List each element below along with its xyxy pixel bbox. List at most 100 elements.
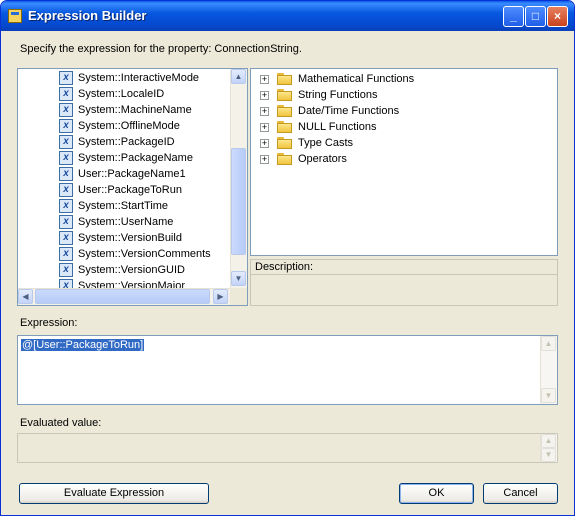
- variable-label: System::VersionMajor: [78, 280, 185, 288]
- expression-builder-dialog: Expression Builder _ □ × Specify the exp…: [0, 0, 575, 516]
- function-category-item[interactable]: + NULL Functions: [260, 119, 376, 135]
- expression-label: Expression:: [20, 317, 78, 329]
- variable-item[interactable]: x System::MachineName: [59, 102, 192, 118]
- function-category-label: Type Casts: [298, 137, 354, 149]
- description-label: Description:: [251, 260, 557, 275]
- variable-label: System::PackageID: [78, 136, 175, 148]
- variable-label: System::PackageName: [78, 152, 193, 164]
- folder-icon: [277, 89, 293, 101]
- window-title: Expression Builder: [28, 8, 147, 23]
- variable-item[interactable]: x System::VersionComments: [59, 246, 211, 262]
- app-icon: [8, 9, 22, 23]
- variable-label: System::StartTime: [78, 200, 169, 212]
- variable-icon: x: [59, 199, 73, 213]
- variable-item[interactable]: x System::PackageName: [59, 150, 193, 166]
- variable-item[interactable]: x System::VersionGUID: [59, 262, 185, 278]
- folder-icon: [277, 73, 293, 85]
- function-category-item[interactable]: + String Functions: [260, 87, 377, 103]
- variable-label: System::OfflineMode: [78, 120, 180, 132]
- scroll-down-icon[interactable]: ▼: [231, 271, 246, 286]
- variables-vertical-scrollbar[interactable]: ▲ ▼: [230, 69, 247, 288]
- functions-tree[interactable]: + Mathematical Functions + String Functions…: [250, 68, 558, 256]
- variable-label: User::PackageName1: [78, 168, 186, 180]
- cancel-button[interactable]: Cancel: [483, 483, 558, 504]
- function-category-item[interactable]: + Mathematical Functions: [260, 71, 414, 87]
- ok-button[interactable]: OK: [399, 483, 474, 504]
- minimize-button[interactable]: _: [503, 6, 524, 27]
- title-bar[interactable]: Expression Builder _ □ ×: [1, 1, 574, 31]
- evaluated-scroll-down-icon[interactable]: ▼: [541, 448, 556, 462]
- expression-textbox[interactable]: @[User::PackageToRun] ▲ ▼: [17, 335, 558, 405]
- function-category-item[interactable]: + Operators: [260, 151, 347, 167]
- scroll-left-icon[interactable]: ◀: [18, 289, 33, 304]
- expand-plus-icon[interactable]: +: [260, 74, 269, 84]
- variable-item[interactable]: x User::PackageToRun: [59, 182, 182, 198]
- scroll-right-icon[interactable]: ▶: [213, 289, 228, 304]
- evaluated-value-label: Evaluated value:: [20, 417, 102, 429]
- variable-label: User::PackageToRun: [78, 184, 182, 196]
- variables-tree[interactable]: x System::InteractiveMode x System::LocaleI…: [17, 68, 248, 306]
- expand-plus-icon[interactable]: +: [260, 106, 269, 116]
- expression-value[interactable]: @[User::PackageToRun]: [21, 339, 145, 351]
- close-button[interactable]: ×: [547, 6, 568, 27]
- function-category-label: Mathematical Functions: [298, 73, 415, 85]
- variable-label: System::MachineName: [78, 104, 192, 116]
- variable-label: System::VersionBuild: [78, 232, 182, 244]
- function-category-item[interactable]: + Type Casts: [260, 135, 353, 151]
- maximize-button[interactable]: □: [525, 6, 546, 27]
- scrollbar-corner: [230, 288, 247, 305]
- expand-plus-icon[interactable]: +: [260, 138, 269, 148]
- variable-item[interactable]: x System::UserName: [59, 214, 173, 230]
- variable-icon: x: [59, 183, 73, 197]
- variable-icon: x: [59, 119, 73, 133]
- variable-icon: x: [59, 231, 73, 245]
- expand-plus-icon[interactable]: +: [260, 154, 269, 164]
- variables-horizontal-scrollbar[interactable]: ◀ ▶: [18, 288, 230, 305]
- variable-icon: x: [59, 135, 73, 149]
- scroll-up-icon[interactable]: ▲: [231, 69, 246, 84]
- variable-item[interactable]: x System::InteractiveMode: [59, 70, 199, 86]
- evaluated-scroll-up-icon[interactable]: ▲: [541, 434, 556, 448]
- variable-label: System::InteractiveMode: [78, 72, 200, 84]
- variable-label: System::VersionGUID: [78, 264, 185, 276]
- function-category-label: Date/Time Functions: [298, 105, 400, 117]
- variable-item[interactable]: x System::StartTime: [59, 198, 168, 214]
- evaluate-expression-button[interactable]: Evaluate Expression: [19, 483, 209, 504]
- folder-icon: [277, 105, 293, 117]
- variable-item[interactable]: x System::VersionMajor: [59, 278, 185, 288]
- evaluated-scrollbar[interactable]: ▲ ▼: [540, 434, 557, 462]
- variable-label: System::VersionComments: [78, 248, 211, 260]
- function-category-label: NULL Functions: [298, 121, 377, 133]
- expand-plus-icon[interactable]: +: [260, 122, 269, 132]
- variable-item[interactable]: x System::LocaleID: [59, 86, 164, 102]
- variable-item[interactable]: x System::OfflineMode: [59, 118, 180, 134]
- folder-icon: [277, 121, 293, 133]
- variable-icon: x: [59, 247, 73, 261]
- variable-icon: x: [59, 167, 73, 181]
- evaluated-value-box: ▲ ▼: [17, 433, 558, 463]
- description-panel: Description:: [250, 259, 558, 306]
- expression-scrollbar[interactable]: ▲ ▼: [540, 336, 557, 404]
- variable-item[interactable]: x System::PackageID: [59, 134, 175, 150]
- variables-list: x System::InteractiveMode x System::LocaleI…: [18, 69, 230, 288]
- variable-icon: x: [59, 71, 73, 85]
- variable-icon: x: [59, 103, 73, 117]
- variables-hscroll-thumb[interactable]: [35, 289, 210, 304]
- folder-icon: [277, 137, 293, 149]
- variable-item[interactable]: x User::PackageName1: [59, 166, 186, 182]
- property-prompt: Specify the expression for the property:…: [20, 43, 302, 55]
- variable-icon: x: [59, 279, 73, 288]
- expand-plus-icon[interactable]: +: [260, 90, 269, 100]
- variables-vscroll-thumb[interactable]: [231, 148, 246, 255]
- function-category-item[interactable]: + Date/Time Functions: [260, 103, 399, 119]
- variable-label: System::UserName: [78, 216, 174, 228]
- function-category-label: Operators: [298, 153, 347, 165]
- variable-label: System::LocaleID: [78, 88, 165, 100]
- expression-scroll-up-icon[interactable]: ▲: [541, 336, 556, 351]
- expression-scroll-down-icon[interactable]: ▼: [541, 388, 556, 403]
- variable-icon: x: [59, 87, 73, 101]
- variable-icon: x: [59, 151, 73, 165]
- function-category-label: String Functions: [298, 89, 378, 101]
- variable-icon: x: [59, 263, 73, 277]
- variable-item[interactable]: x System::VersionBuild: [59, 230, 182, 246]
